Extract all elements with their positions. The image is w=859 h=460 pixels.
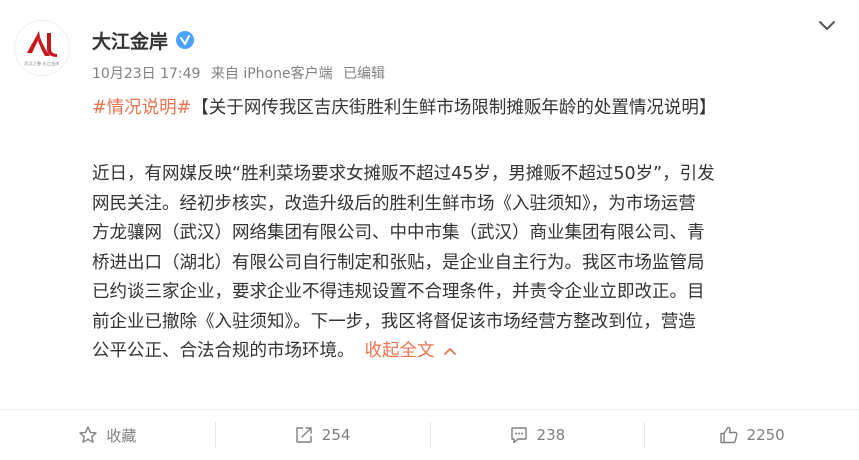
star-icon <box>79 426 98 443</box>
chevron-down-icon[interactable] <box>817 18 837 34</box>
like-button[interactable]: 2250 <box>644 410 859 460</box>
comment-count: 238 <box>536 426 566 444</box>
author-avatar[interactable]: 武汉之春·长江金岸 <box>14 20 70 76</box>
post-text-line: 已约谈三家企业，要求企业不得违规设置不合理条件，并责令企业立即改正。目 <box>92 282 705 302</box>
post-title: 【关于网传我区吉庆街胜利生鲜市场限制摊贩年龄的处置情况说明】 <box>191 98 717 118</box>
author-name[interactable]: 大江金岸 <box>92 27 168 54</box>
post-text-line: 网民关注。经初步核实，改造升级后的胜利生鲜市场《入驻须知》，为市场运营 <box>92 193 696 214</box>
chevron-up-icon <box>443 348 456 355</box>
brand-logo-icon <box>27 31 57 57</box>
repost-icon <box>296 427 312 443</box>
post-title-line: #情况说明#【关于网传我区吉庆街胜利生鲜市场限制摊贩年龄的处置情况说明】 <box>92 93 716 123</box>
post-text-line: 公平公正、合法合规的市场环境。 <box>92 341 355 361</box>
post-text-line: 方龙骧网（武汉）网络集团有限公司、中中市集（武汉）商业集团有限公司、青 <box>92 223 705 243</box>
repost-count: 254 <box>321 426 351 444</box>
thumbs-up-icon <box>719 426 737 444</box>
hashtag-link[interactable]: #情况说明# <box>92 98 191 118</box>
edited-label[interactable]: 已编辑 <box>343 66 385 82</box>
avatar-tagline: 武汉之春·长江金岸 <box>24 61 60 67</box>
action-bar: 收藏 254 238 2250 <box>0 410 859 460</box>
weibo-post-card: 武汉之春·长江金岸 大江金岸 10月23日 17:49 来自 iPhone客户端… <box>0 0 859 460</box>
post-text-line: 前企业已撤除《入驻须知》。下一步，我区将督促该市场经营方整改到位，营造 <box>92 311 696 332</box>
post-body: 近日，有网媒反映“胜利菜场要求女摊贩不超过45岁，男摊贩不超过50岁”，引发 网… <box>92 160 832 367</box>
favorite-button[interactable]: 收藏 <box>0 410 215 460</box>
like-count: 2250 <box>746 426 785 444</box>
post-source: 来自 iPhone客户端 <box>210 66 333 82</box>
comment-button[interactable]: 238 <box>429 410 645 460</box>
favorite-label: 收藏 <box>106 426 137 445</box>
collapse-label: 收起全文 <box>364 341 435 361</box>
repost-button[interactable]: 254 <box>214 410 430 460</box>
post-text-line: 桥进出口（湖北）有限公司自行制定和张贴，是企业自主行为。我区市场监管局 <box>92 252 705 273</box>
comment-icon <box>510 427 527 444</box>
collapse-text-button[interactable]: 收起全文 <box>365 341 457 361</box>
post-meta: 10月23日 17:49 来自 iPhone客户端 已编辑 <box>92 63 391 83</box>
post-last-line: 公平公正、合法合规的市场环境。 收起全文 <box>92 337 832 367</box>
post-text-line: 近日，有网媒反映“胜利菜场要求女摊贩不超过45岁，男摊贩不超过50岁”，引发 <box>92 164 715 184</box>
post-date[interactable]: 10月23日 17:49 <box>92 66 200 82</box>
verified-badge-icon <box>176 31 195 49</box>
author-line: 大江金岸 <box>92 26 195 54</box>
